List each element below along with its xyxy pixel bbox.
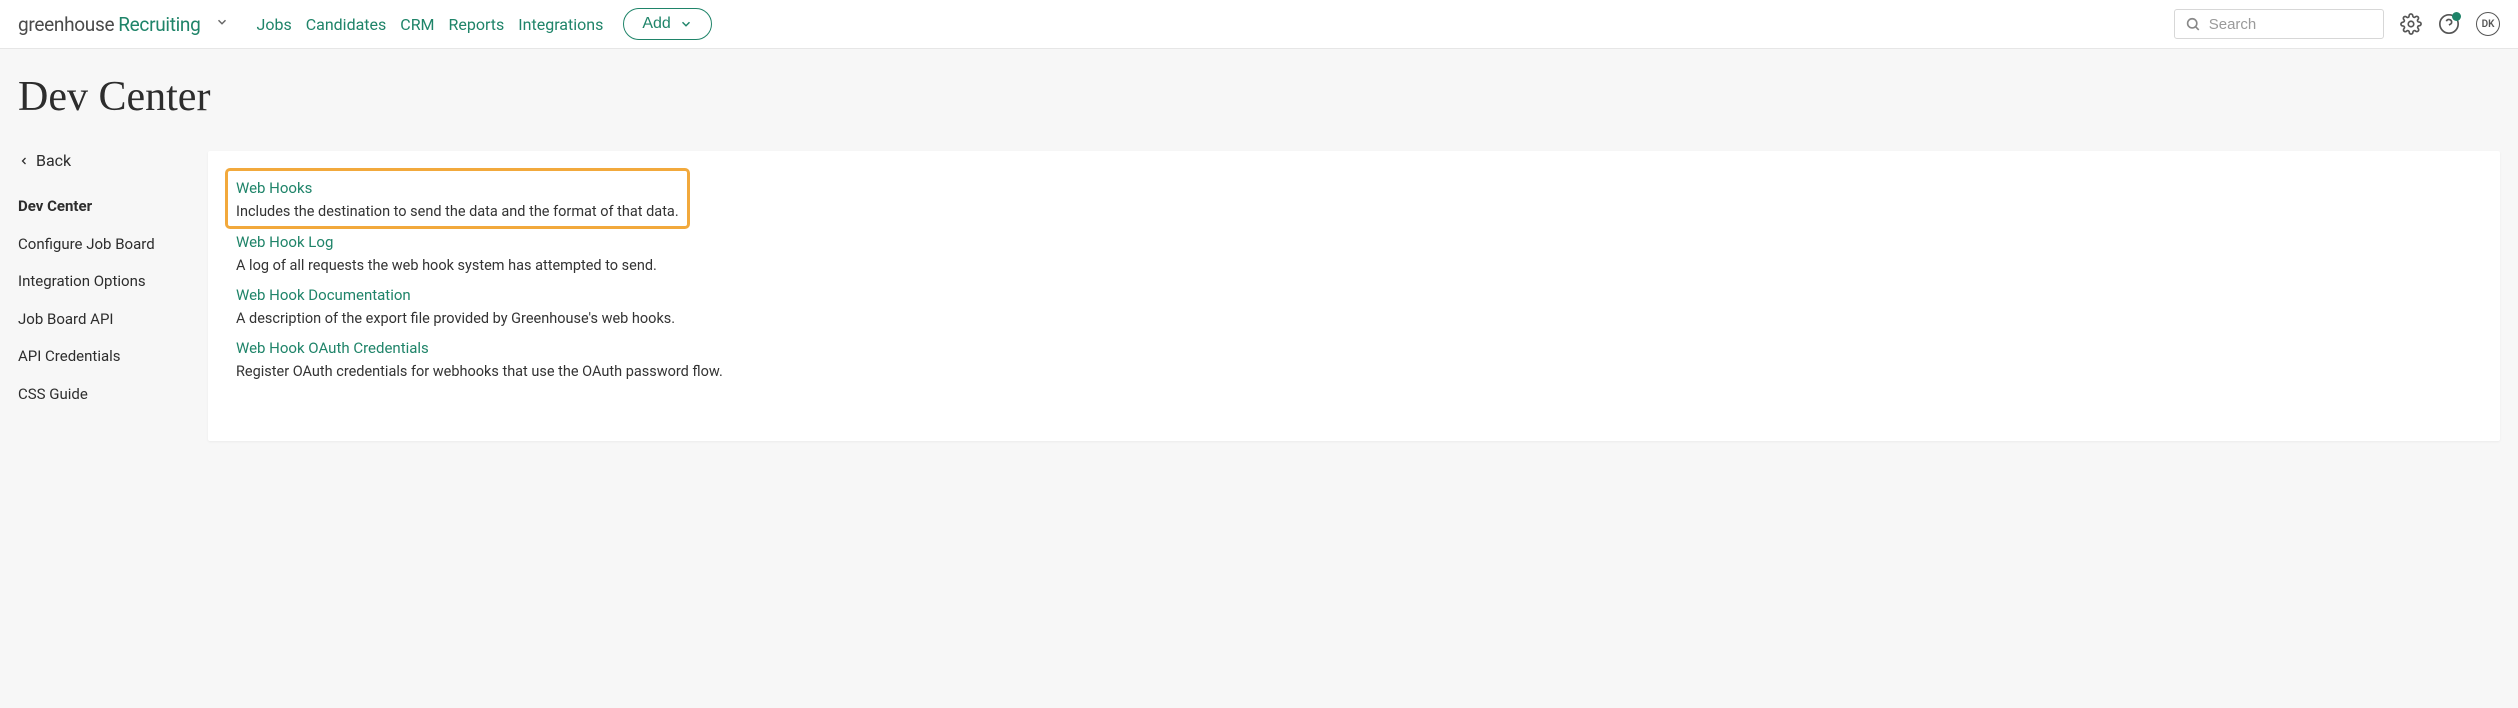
search-input[interactable] (2209, 16, 2373, 33)
list-item: Web Hook OAuth Credentials Register OAut… (236, 339, 2472, 380)
notification-dot-icon (2452, 12, 2461, 21)
nav-jobs[interactable]: Jobs (257, 15, 292, 34)
list-item: Web Hook Documentation A description of … (236, 286, 2472, 327)
link-web-hooks[interactable]: Web Hooks (236, 179, 312, 197)
item-description: A log of all requests the web hook syste… (236, 257, 2472, 274)
page-title: Dev Center (0, 49, 2518, 151)
chevron-down-icon (679, 17, 693, 31)
list-item: Web Hooks Includes the destination to se… (236, 179, 679, 220)
app-header: greenhouse Recruiting Jobs Candidates CR… (0, 0, 2518, 49)
link-web-hook-oauth-credentials[interactable]: Web Hook OAuth Credentials (236, 339, 429, 357)
back-link[interactable]: Back (18, 151, 188, 170)
link-web-hook-documentation[interactable]: Web Hook Documentation (236, 286, 411, 304)
logo-brand: greenhouse (18, 13, 114, 36)
main-panel: Web Hooks Includes the destination to se… (208, 151, 2500, 441)
search-box[interactable] (2174, 9, 2384, 39)
nav-crm[interactable]: CRM (400, 15, 434, 34)
gear-icon[interactable] (2400, 13, 2422, 35)
back-label: Back (36, 151, 71, 170)
search-icon (2185, 15, 2201, 33)
item-description: A description of the export file provide… (236, 310, 2472, 327)
chevron-down-icon[interactable] (215, 15, 229, 33)
chevron-left-icon (18, 155, 30, 167)
sidebar-item-dev-center[interactable]: Dev Center (18, 188, 188, 226)
sidebar-item-job-board-api[interactable]: Job Board API (18, 301, 188, 339)
sidebar: Back Dev Center Configure Job Board Inte… (18, 151, 188, 441)
nav-candidates[interactable]: Candidates (306, 15, 387, 34)
item-description: Includes the destination to send the dat… (236, 203, 679, 220)
nav-integrations[interactable]: Integrations (518, 15, 603, 34)
logo-product: Recruiting (118, 13, 200, 36)
add-button-label: Add (642, 15, 670, 33)
main-nav: Jobs Candidates CRM Reports Integrations (257, 15, 604, 34)
sidebar-item-integration-options[interactable]: Integration Options (18, 263, 188, 301)
list-item: Web Hook Log A log of all requests the w… (236, 233, 2472, 274)
sidebar-list: Dev Center Configure Job Board Integrati… (18, 188, 188, 413)
link-web-hook-log[interactable]: Web Hook Log (236, 233, 333, 251)
avatar[interactable]: DK (2476, 12, 2500, 36)
sidebar-item-api-credentials[interactable]: API Credentials (18, 338, 188, 376)
avatar-initials: DK (2482, 19, 2495, 30)
add-button[interactable]: Add (623, 8, 711, 40)
item-description: Register OAuth credentials for webhooks … (236, 363, 2472, 380)
sidebar-item-configure-job-board[interactable]: Configure Job Board (18, 226, 188, 264)
logo[interactable]: greenhouse Recruiting (18, 13, 201, 36)
header-right: DK (2174, 9, 2500, 39)
nav-reports[interactable]: Reports (449, 15, 505, 34)
help-icon[interactable] (2438, 13, 2460, 35)
highlight-box: Web Hooks Includes the destination to se… (225, 168, 690, 229)
sidebar-item-css-guide[interactable]: CSS Guide (18, 376, 188, 414)
content: Back Dev Center Configure Job Board Inte… (0, 151, 2518, 441)
